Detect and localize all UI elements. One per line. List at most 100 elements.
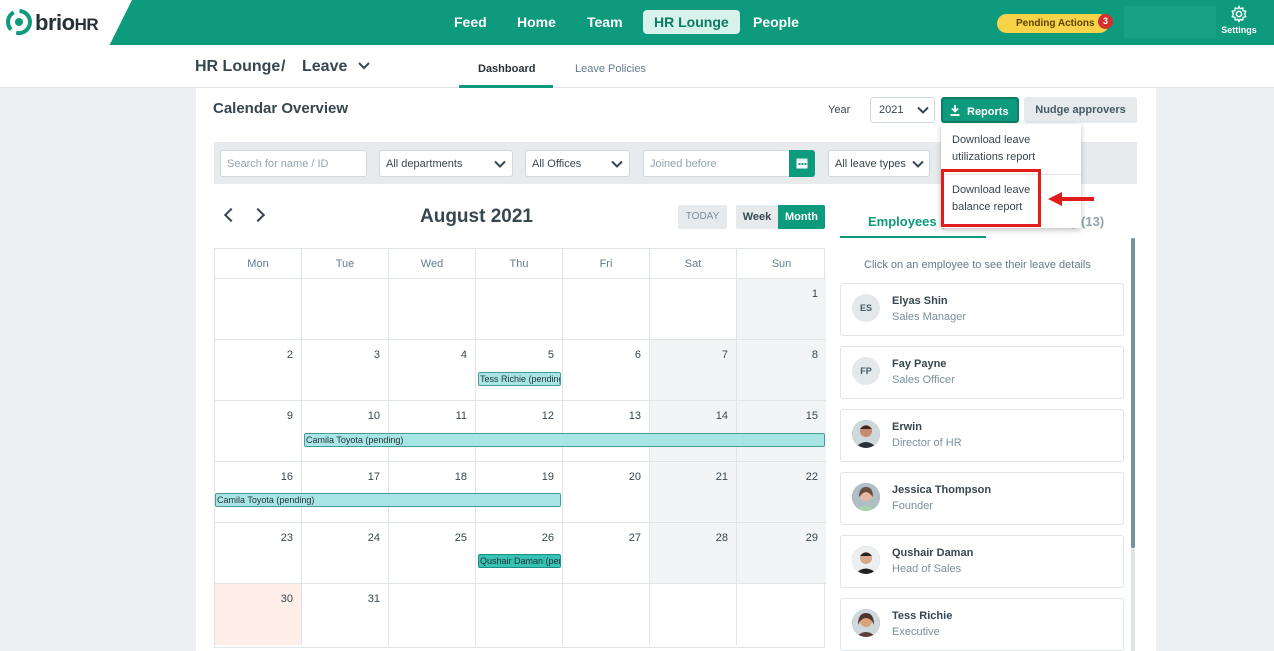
employee-card[interactable]: Tess Richie Executive: [840, 598, 1124, 651]
calendar-day-cell[interactable]: 2: [215, 340, 302, 401]
departments-select[interactable]: All departments: [379, 150, 513, 177]
date-picker-button[interactable]: [789, 150, 815, 177]
calendar-day-cell[interactable]: [650, 584, 737, 645]
search-input[interactable]: Search for name / ID: [220, 150, 367, 177]
calendar-day-cell[interactable]: 14: [650, 401, 737, 462]
leave-event[interactable]: Qushair Daman (pending): [478, 554, 561, 568]
calendar-day-cell[interactable]: 6: [563, 340, 650, 401]
calendar-day-cell[interactable]: 8: [737, 340, 826, 401]
brand-logo[interactable]: brioHR: [0, 0, 132, 45]
pending-actions-button[interactable]: Pending Actions 3: [997, 14, 1113, 33]
calendar-day-cell[interactable]: 25: [389, 523, 476, 584]
reports-button[interactable]: Reports: [941, 97, 1019, 123]
pending-actions-label: Pending Actions: [1016, 18, 1095, 29]
calendar-day-cell[interactable]: 27: [563, 523, 650, 584]
chevron-down-icon[interactable]: [358, 61, 370, 71]
chevron-down-icon: [494, 160, 506, 168]
person-photo-icon: [852, 483, 880, 511]
calendar-day-cell[interactable]: 11: [389, 401, 476, 462]
calendar-day-cell[interactable]: [389, 584, 476, 645]
calendar-day-cell[interactable]: 13: [563, 401, 650, 462]
calendar-day-cell[interactable]: 23: [215, 523, 302, 584]
calendar-day-cell[interactable]: 29: [737, 523, 826, 584]
nudge-approvers-button[interactable]: Nudge approvers: [1024, 97, 1137, 123]
day-number: 31: [367, 593, 380, 605]
calendar-day-cell[interactable]: 22: [737, 462, 826, 523]
gear-icon: [1231, 5, 1247, 23]
scrollbar-thumb[interactable]: [1131, 238, 1135, 548]
calendar-day-cell[interactable]: [389, 279, 476, 340]
calendar-day-cell[interactable]: 15: [737, 401, 826, 462]
calendar-day-cell[interactable]: 10: [302, 401, 389, 462]
day-number: 19: [541, 471, 554, 483]
calendar-day-cell[interactable]: [737, 584, 826, 645]
breadcrumb-page[interactable]: Leave: [302, 58, 347, 76]
day-number: 2: [286, 349, 293, 361]
calendar-day-cell[interactable]: [563, 584, 650, 645]
person-photo-icon: [852, 420, 880, 448]
chevron-down-icon: [917, 106, 929, 114]
leave-event[interactable]: Tess Richie (pending): [478, 372, 561, 386]
joined-before-input[interactable]: Joined before: [643, 150, 790, 177]
employee-card[interactable]: Jessica Thompson Founder: [840, 472, 1124, 525]
calendar-day-cell[interactable]: 12: [476, 401, 563, 462]
week-view-button[interactable]: Week: [736, 205, 778, 229]
month-view-button[interactable]: Month: [778, 205, 825, 229]
leave-types-select[interactable]: All leave types: [828, 150, 930, 177]
day-number: 29: [805, 532, 818, 544]
reports-label: Reports: [967, 106, 1009, 118]
nav-home[interactable]: Home: [506, 10, 567, 34]
calendar-day-cell[interactable]: 1: [737, 279, 826, 340]
calendar-day-cell[interactable]: 24: [302, 523, 389, 584]
breadcrumb-section[interactable]: HR Lounge: [195, 58, 280, 76]
calendar-day-cell[interactable]: [302, 279, 389, 340]
employee-card[interactable]: Qushair Daman Head of Sales: [840, 535, 1124, 588]
calendar-day-cell[interactable]: [650, 279, 737, 340]
avatar: [852, 609, 880, 637]
day-header: Thu: [476, 249, 563, 279]
nav-people[interactable]: People: [742, 10, 810, 34]
calendar-day-cell[interactable]: 5: [476, 340, 563, 401]
calendar-day-cell[interactable]: 30: [215, 584, 302, 645]
employee-card[interactable]: FP Fay Payne Sales Officer: [840, 346, 1124, 399]
calendar-day-cell[interactable]: [476, 279, 563, 340]
calendar-day-cell[interactable]: [563, 279, 650, 340]
nav-hr-lounge[interactable]: HR Lounge: [643, 10, 740, 34]
day-number: 10: [367, 410, 380, 422]
calendar-day-cell[interactable]: 9: [215, 401, 302, 462]
download-icon: [950, 105, 960, 116]
leave-event[interactable]: Camila Toyota (pending): [215, 493, 561, 507]
employee-card[interactable]: ES Elyas Shin Sales Manager: [840, 283, 1124, 336]
user-profile-area[interactable]: [1124, 6, 1216, 38]
calendar-day-cell[interactable]: 28: [650, 523, 737, 584]
nav-feed[interactable]: Feed: [443, 10, 498, 34]
employee-role: Founder: [892, 500, 933, 512]
day-number: 27: [628, 532, 641, 544]
nav-team[interactable]: Team: [576, 10, 634, 34]
employee-role: Sales Manager: [892, 311, 966, 323]
leave-event[interactable]: Camila Toyota (pending): [304, 433, 825, 447]
calendar-day-cell[interactable]: 7: [650, 340, 737, 401]
tab-employees[interactable]: Employees (1: [868, 214, 952, 229]
employee-card[interactable]: Erwin Director of HR: [840, 409, 1124, 462]
calendar-day-cell[interactable]: 31: [302, 584, 389, 645]
day-number: 24: [367, 532, 380, 544]
day-number: 23: [280, 532, 293, 544]
menu-item-utilization-report[interactable]: Download leave utilizations report: [952, 132, 1077, 166]
offices-value: All Offices: [532, 158, 582, 170]
tab-leave-policies[interactable]: Leave Policies: [575, 63, 646, 75]
calendar-day-cell[interactable]: [476, 584, 563, 645]
chevron-down-icon: [611, 160, 623, 168]
calendar-day-cell[interactable]: 21: [650, 462, 737, 523]
year-select[interactable]: 2021: [870, 97, 935, 123]
settings-button[interactable]: Settings: [1217, 5, 1261, 35]
calendar-day-cell[interactable]: 20: [563, 462, 650, 523]
tab-dashboard[interactable]: Dashboard: [478, 63, 535, 75]
calendar-day-cell[interactable]: 4: [389, 340, 476, 401]
offices-select[interactable]: All Offices: [525, 150, 630, 177]
calendar-day-cell[interactable]: [215, 279, 302, 340]
today-button[interactable]: TODAY: [678, 205, 727, 229]
day-number: 16: [280, 471, 293, 483]
avatar: [852, 420, 880, 448]
calendar-day-cell[interactable]: 3: [302, 340, 389, 401]
